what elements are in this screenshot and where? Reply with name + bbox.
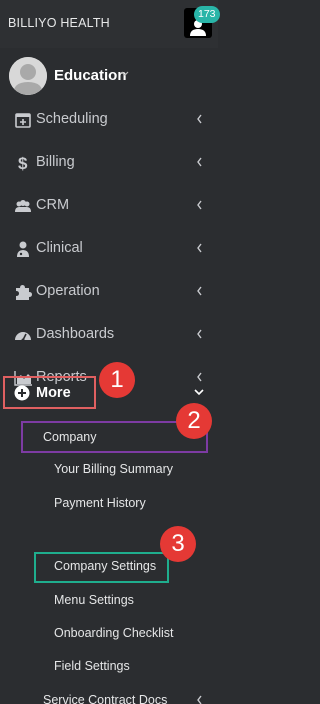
- submenu-item-billing-summary[interactable]: Your Billing Summary: [54, 462, 173, 476]
- chevron-left-icon: [197, 200, 202, 210]
- sidebar-item-label: Dashboards: [36, 326, 115, 342]
- sidebar-item-label: Operation: [36, 283, 100, 299]
- chevron-left-icon: [197, 372, 202, 382]
- puzzle-icon: [16, 285, 32, 300]
- notification-badge: 173: [194, 6, 220, 23]
- brand-title: BILLIYO HEALTH: [8, 16, 110, 30]
- sidebar-item-label: Clinical: [36, 240, 83, 256]
- user-doctor-icon: [17, 241, 29, 257]
- chevron-left-icon: [197, 243, 202, 253]
- chevron-down-icon: [194, 389, 204, 396]
- sidebar-item-scheduling[interactable]: Scheduling: [0, 100, 218, 140]
- chevron-left-icon: [197, 695, 202, 704]
- chevron-left-icon: [197, 329, 202, 339]
- gauge-icon: [15, 332, 31, 342]
- top-bar: BILLIYO HEALTH 173: [0, 0, 220, 48]
- chevron-down-icon: [121, 71, 129, 76]
- sidebar-item-operation[interactable]: Operation: [0, 272, 218, 312]
- sidebar-item-label: Scheduling: [36, 111, 108, 127]
- avatar-icon: [9, 57, 47, 95]
- sidebar-item-more[interactable]: More: [36, 385, 71, 401]
- chevron-left-icon: [197, 157, 202, 167]
- annotation-marker-1: 1: [99, 362, 135, 398]
- annotation-marker-3: 3: [160, 526, 196, 562]
- svg-text:$: $: [18, 154, 28, 172]
- annotation-marker-2: 2: [176, 403, 212, 439]
- profile-switcher[interactable]: Education: [0, 54, 218, 98]
- sidebar-item-clinical[interactable]: Clinical: [0, 229, 218, 269]
- submenu-company[interactable]: Company: [43, 430, 97, 444]
- submenu-service-contract-docs[interactable]: Service Contract Docs: [43, 693, 167, 704]
- submenu-item-field-settings[interactable]: Field Settings: [54, 659, 130, 673]
- chevron-left-icon: [197, 286, 202, 296]
- submenu-item-menu-settings[interactable]: Menu Settings: [54, 593, 134, 607]
- organization-name: Education: [54, 67, 127, 84]
- calendar-plus-icon: [15, 113, 31, 128]
- sidebar-item-billing[interactable]: $ Billing: [0, 143, 218, 183]
- avatar: [9, 57, 47, 95]
- sidebar-item-label: CRM: [36, 197, 70, 213]
- users-icon: [15, 200, 31, 212]
- dollar-icon: $: [18, 154, 28, 172]
- submenu-item-payment-history[interactable]: Payment History: [54, 496, 146, 510]
- sidebar-item-label: Billing: [36, 154, 75, 170]
- sidebar-item-dashboards[interactable]: Dashboards: [0, 315, 218, 355]
- submenu-item-onboarding-checklist[interactable]: Onboarding Checklist: [54, 626, 174, 640]
- submenu-item-company-settings[interactable]: Company Settings: [54, 559, 156, 573]
- chevron-left-icon: [197, 114, 202, 124]
- sidebar-item-crm[interactable]: CRM: [0, 186, 218, 226]
- plus-circle-icon: [14, 385, 30, 401]
